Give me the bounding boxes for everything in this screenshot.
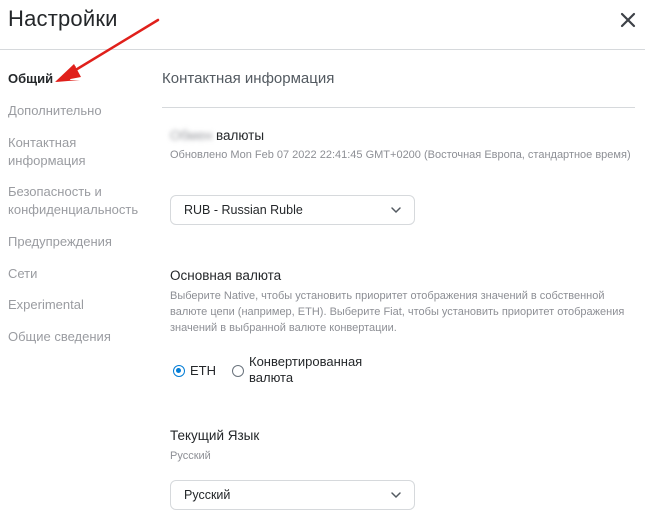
chevron-down-icon [391, 492, 401, 499]
close-icon[interactable] [618, 10, 638, 30]
radio-converted-currency-label[interactable]: Конвертированная валюта [249, 354, 379, 386]
conversion-updated-text: Обновлено Mon Feb 07 2022 22:41:45 GMT+0… [170, 149, 631, 161]
primary-currency-label: Основная валюта [170, 268, 282, 283]
section-title: Контактная информация [162, 70, 335, 87]
conversion-currency-label: Обмен валюты [170, 128, 264, 143]
conversion-label-text: валюты [215, 128, 265, 143]
page-title: Настройки [8, 6, 118, 31]
sidebar-item-about[interactable]: Общие сведения [8, 328, 153, 346]
sidebar-item-general[interactable]: Общий [8, 70, 153, 88]
language-label: Текущий Язык [170, 428, 260, 443]
sidebar-item-security[interactable]: Безопасность и конфиденциальность [8, 183, 153, 219]
radio-eth[interactable] [173, 365, 185, 377]
sidebar-item-networks[interactable]: Сети [8, 265, 153, 283]
sidebar-item-experimental[interactable]: Experimental [8, 296, 153, 314]
sidebar-item-contacts[interactable]: Контактная информация [8, 134, 118, 170]
currency-select-value: RUB - Russian Ruble [184, 203, 303, 217]
primary-currency-description: Выберите Native, чтобы установить приори… [170, 290, 625, 334]
chevron-down-icon [391, 207, 401, 214]
currency-select[interactable]: RUB - Russian Ruble [170, 195, 415, 225]
radio-converted-currency[interactable] [232, 365, 244, 377]
settings-content: Контактная информация Обмен валюты Обнов… [162, 50, 645, 515]
language-current-text: Русский [170, 450, 211, 462]
settings-sidebar: Общий Дополнительно Контактная информаци… [0, 50, 150, 515]
language-select[interactable]: Русский [170, 480, 415, 510]
sidebar-item-advanced[interactable]: Дополнительно [8, 102, 153, 120]
section-divider [162, 107, 635, 108]
sidebar-item-alerts[interactable]: Предупреждения [8, 233, 153, 251]
language-select-value: Русский [184, 488, 231, 502]
radio-eth-label[interactable]: ETH [190, 363, 216, 379]
blurred-label-text: Обмен [170, 128, 213, 143]
settings-header: Настройки [0, 0, 645, 50]
